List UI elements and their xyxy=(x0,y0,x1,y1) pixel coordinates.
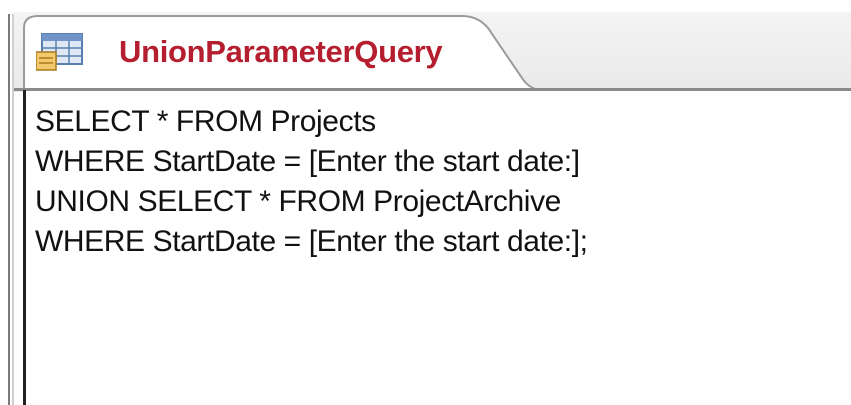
sql-editor[interactable]: SELECT * FROM Projects WHERE StartDate =… xyxy=(26,91,851,405)
sql-line: SELECT * FROM Projects xyxy=(35,105,376,138)
sql-line: WHERE StartDate = [Enter the start date:… xyxy=(35,145,580,178)
query-window: UnionParameterQuery SELECT * FROM Projec… xyxy=(0,0,851,405)
query-datasheet-icon xyxy=(36,33,83,71)
sql-line: WHERE StartDate = [Enter the start date:… xyxy=(35,225,588,258)
document-tab-title[interactable]: UnionParameterQuery xyxy=(119,34,443,70)
window-border-outer xyxy=(8,14,10,405)
sql-line: UNION SELECT * FROM ProjectArchive xyxy=(35,185,561,218)
